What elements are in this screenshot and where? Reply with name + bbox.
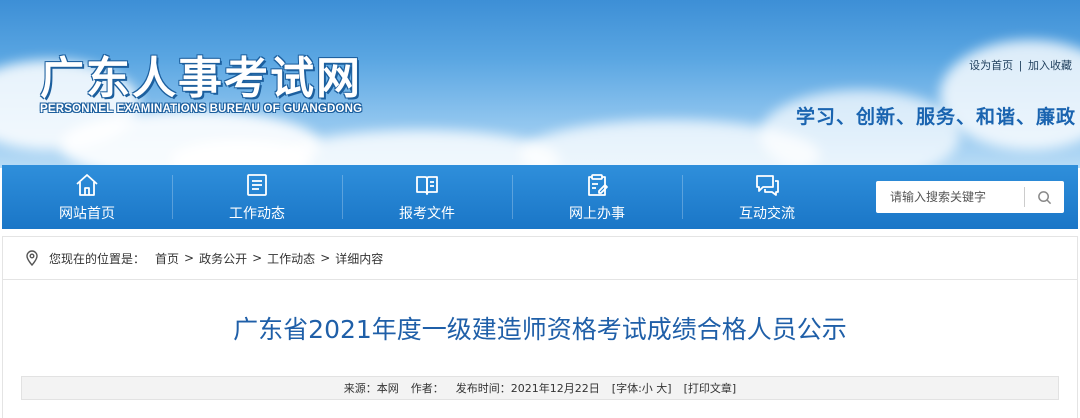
- nav-item-interaction[interactable]: 互动交流: [682, 165, 852, 229]
- nav-item-label: 网站首页: [59, 205, 115, 222]
- add-favorite-link[interactable]: 加入收藏: [1028, 60, 1072, 72]
- set-homepage-link[interactable]: 设为首页: [969, 60, 1013, 72]
- chat-icon: [756, 174, 779, 196]
- font-small-button[interactable]: 小: [642, 380, 653, 396]
- breadcrumb-home[interactable]: 首页: [155, 250, 179, 267]
- meta-author-label: 作者：: [410, 382, 444, 395]
- link-separator: |: [1019, 60, 1022, 72]
- site-title: 广东人事考试网: [40, 53, 362, 104]
- nav-item-label: 互动交流: [739, 205, 795, 222]
- article-meta-bar: 来源： 本网 作者： 发布时间： 2021年12月22日 [字体: 小 大 ] …: [21, 376, 1059, 400]
- nav-item-exam-docs[interactable]: 报考文件: [342, 165, 512, 229]
- header-banner: 广东人事考试网 PERSONNEL EXAMINATIONS BUREAU OF…: [0, 0, 1080, 168]
- print-article-button[interactable]: [打印文章]: [684, 380, 737, 396]
- breadcrumb-separator: >: [184, 251, 195, 265]
- article-title: 广东省2021年度一级建造师资格考试成绩合格人员公示: [233, 315, 847, 344]
- news-list-icon: [247, 173, 267, 196]
- breadcrumb-gov-affairs[interactable]: 政务公开: [199, 250, 247, 267]
- cloud-decoration: [280, 130, 560, 168]
- slogan: 学习、创新、服务、和谐、廉政: [795, 106, 1076, 128]
- nav-item-work-news[interactable]: 工作动态: [172, 165, 342, 229]
- location-pin-icon: [26, 250, 38, 266]
- search-input[interactable]: [876, 182, 1024, 212]
- meta-font-close: ]: [667, 381, 672, 395]
- site-subtitle: PERSONNEL EXAMINATIONS BUREAU OF GUANGDO…: [40, 103, 363, 115]
- breadcrumb-label: 您现在的位置是：: [49, 251, 146, 266]
- nav-item-label: 报考文件: [399, 205, 455, 222]
- breadcrumb: 您现在的位置是： 首页 > 政务公开 > 工作动态 > 详细内容: [2, 236, 1078, 280]
- meta-source: 本网: [376, 382, 399, 395]
- nav-item-label: 工作动态: [229, 205, 285, 222]
- breadcrumb-separator: >: [320, 251, 331, 265]
- breadcrumb-current: 详细内容: [335, 251, 384, 266]
- meta-date-label: 发布时间：: [455, 382, 511, 395]
- main-nav: 网站首页 工作动态 报考文件 网上办事 互动交流 请输入搜索关键字: [2, 165, 1078, 229]
- article-area: 广东省2021年度一级建造师资格考试成绩合格人员公示 来源： 本网 作者： 发布…: [2, 280, 1078, 418]
- clipboard-edit-icon: [588, 173, 608, 196]
- meta-font-label: [字体:: [611, 382, 642, 395]
- nav-item-home[interactable]: 网站首页: [2, 165, 172, 229]
- breadcrumb-separator: >: [252, 251, 263, 265]
- nav-item-online-service[interactable]: 网上办事: [512, 165, 682, 229]
- home-icon: [76, 173, 98, 196]
- meta-source-label: 来源：: [343, 382, 377, 395]
- font-large-button[interactable]: 大: [656, 380, 667, 396]
- meta-date: 2021年12月22日: [510, 382, 600, 395]
- top-links: 设为首页 | 加入收藏: [969, 57, 1072, 73]
- search-icon: [1037, 190, 1051, 204]
- nav-item-label: 网上办事: [569, 205, 625, 222]
- book-icon: [416, 175, 438, 195]
- search-box: [876, 181, 1064, 213]
- search-button[interactable]: [1025, 182, 1063, 212]
- breadcrumb-work-news[interactable]: 工作动态: [267, 250, 315, 267]
